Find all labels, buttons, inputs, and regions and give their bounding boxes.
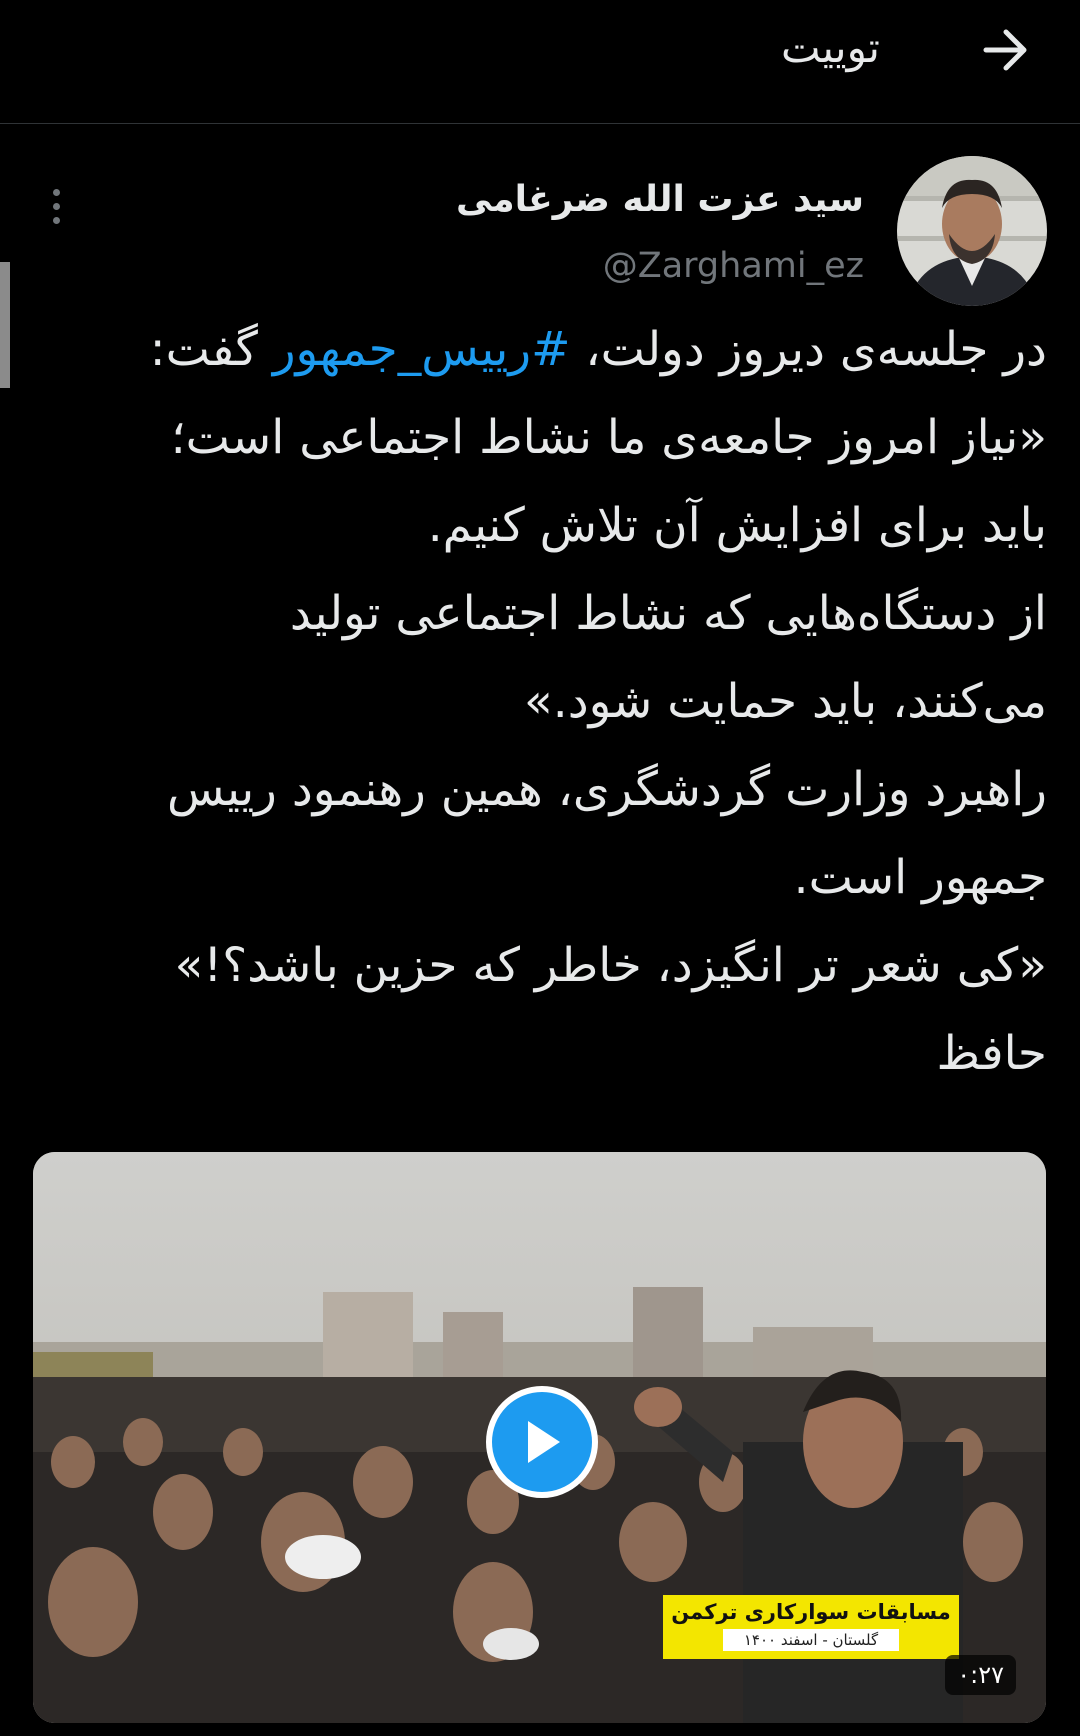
tweet-line: از دستگاه‌هایی که نشاط اجتماعی تولید [289, 586, 1047, 641]
video-caption: مسابقات سوارکاری ترکمن گلستان - اسفند ۱۴… [663, 1595, 959, 1659]
play-icon [528, 1421, 560, 1463]
profile-photo [897, 156, 1047, 306]
video-player[interactable]: مسابقات سوارکاری ترکمن گلستان - اسفند ۱۴… [33, 1152, 1046, 1723]
tweet-line: جمهور است. [793, 850, 1047, 905]
tweet-line: «کی شعر تر انگیزد، خاطر که حزین باشد؟!» [174, 938, 1047, 993]
author-name[interactable]: سید عزت الله ضرغامی [456, 172, 864, 228]
more-options-button[interactable] [36, 180, 76, 232]
scrollbar[interactable] [0, 262, 10, 388]
play-button[interactable] [486, 1386, 598, 1498]
tweet-line: می‌کنند، باید حمایت شود.» [524, 674, 1047, 729]
tweet-line: حافظ [936, 1026, 1047, 1081]
author-handle[interactable]: @Zarghami_ez [603, 238, 864, 294]
caption-subtitle: گلستان - اسفند ۱۴۰۰ [723, 1629, 899, 1651]
arrow-right-icon [983, 29, 1027, 71]
tweet-text: در جلسه‌ی دیروز دولت، #رییس_جمهور گفت: «… [62, 306, 1047, 1098]
hashtag-link[interactable]: #رییس_جمهور [273, 322, 571, 377]
tweet-line: باید برای افزایش آن تلاش کنیم. [427, 498, 1047, 553]
tweet-text-segment: در جلسه‌ی دیروز دولت، [570, 322, 1047, 377]
back-button[interactable] [970, 20, 1042, 80]
top-bar: توییت [0, 0, 1080, 124]
video-duration: ۰:۲۷ [945, 1655, 1016, 1695]
caption-title: مسابقات سوارکاری ترکمن [671, 1600, 951, 1624]
page-title: توییت [781, 23, 880, 72]
more-vertical-icon [52, 188, 60, 196]
tweet-text-segment: گفت: [149, 322, 273, 377]
author-avatar[interactable] [897, 156, 1047, 306]
tweet-line: در جلسه‌ی دیروز دولت، #رییس_جمهور گفت: [62, 306, 1047, 394]
tweet-line: «نیاز امروز جامعه‌ی ما نشاط اجتماعی است؛ [170, 410, 1047, 465]
tweet-line: راهبرد وزارت گردشگری، همین رهنمود رییس [167, 762, 1047, 817]
